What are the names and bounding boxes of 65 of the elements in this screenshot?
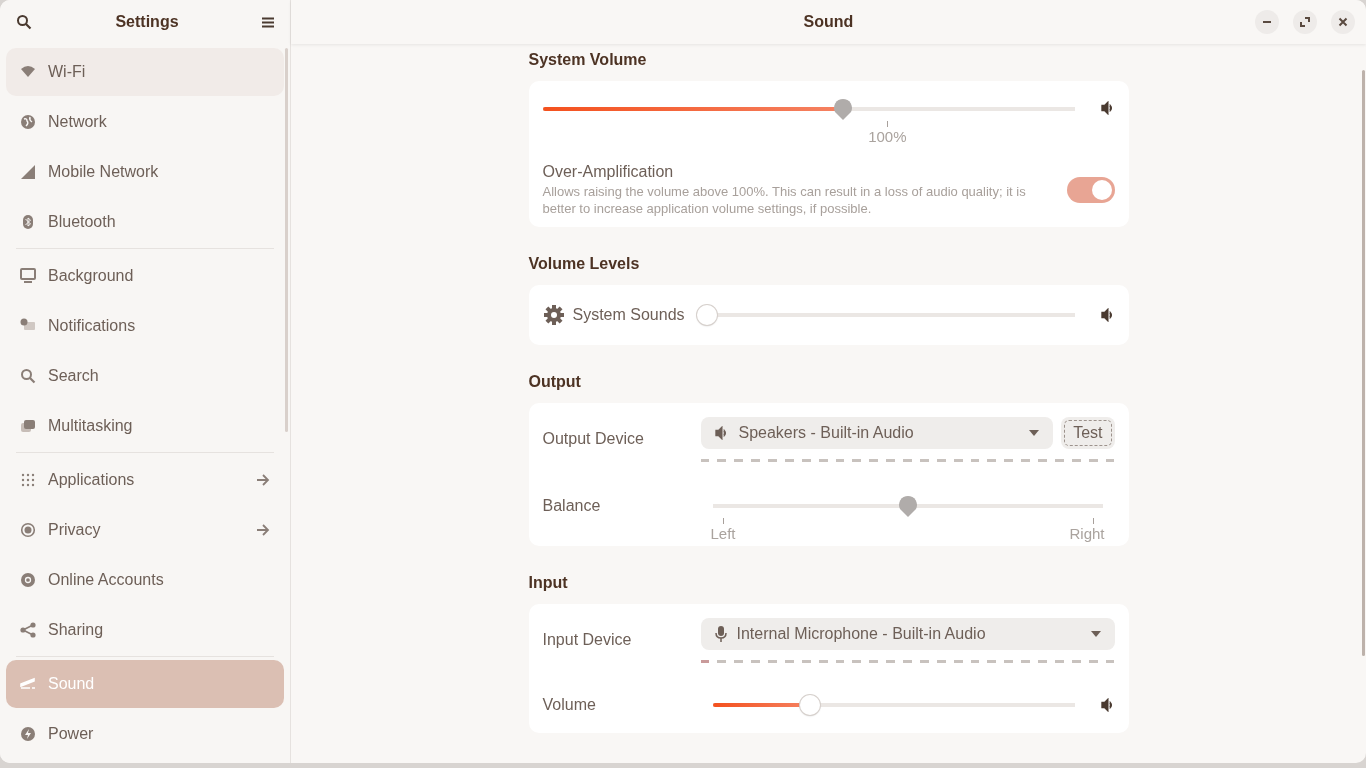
- gear-icon: [542, 304, 565, 326]
- row-label: System Sounds: [572, 306, 685, 324]
- setting-description: Allows raising the volume above 100%. This can result in a loss of audio quality; it is better to increase application volume settings, if possible.: [542, 183, 1027, 217]
- scale-label: 100%: [868, 128, 907, 145]
- row-label: Balance: [542, 497, 601, 515]
- sidebar-item[interactable]: Network: [6, 98, 284, 146]
- share-icon: [20, 622, 36, 638]
- maximize-button[interactable]: [1293, 10, 1317, 34]
- monitor-icon: [20, 268, 36, 284]
- slider-thumb[interactable]: [832, 97, 853, 121]
- sidebar-item[interactable]: Multitasking: [6, 402, 284, 450]
- row-label: Output Device: [542, 430, 644, 448]
- toggle-switch[interactable]: [1066, 177, 1115, 203]
- sidebar-item[interactable]: Sharing: [6, 606, 284, 654]
- sidebar-item[interactable]: Background: [6, 252, 284, 300]
- speaker-icon: [1100, 698, 1115, 712]
- minimize-button[interactable]: [1255, 10, 1279, 34]
- microphone-icon: [714, 626, 727, 642]
- speaker-icon: [1100, 308, 1115, 322]
- sidebar-item[interactable]: Online Accounts: [6, 556, 284, 604]
- sidebar-title: Settings: [115, 13, 179, 31]
- scale-label: Right: [1069, 525, 1105, 542]
- caret-icon: [1090, 631, 1101, 637]
- windows-icon: [20, 418, 36, 434]
- bluetooth-icon: [20, 214, 36, 230]
- slider-thumb[interactable]: [800, 695, 821, 715]
- slider-thumb[interactable]: [696, 305, 717, 325]
- test-button[interactable]: Test: [1061, 417, 1115, 449]
- caret-icon: [1029, 430, 1040, 436]
- power-icon: [20, 726, 36, 742]
- globe-icon: [20, 114, 36, 130]
- section-heading: Volume Levels: [528, 255, 641, 273]
- output-device-dropdown[interactable]: Speakers - Built-in Audio: [700, 417, 1054, 449]
- sidebar-item[interactable]: Power: [6, 710, 284, 758]
- sidebar-item[interactable]: Notifications: [6, 302, 284, 350]
- privacy-icon: [20, 522, 36, 538]
- close-icon: [1338, 17, 1348, 27]
- section-heading: Output: [528, 373, 582, 391]
- sidebar-item[interactable]: Wi-Fi: [6, 48, 284, 96]
- sidebar-item[interactable]: Applications: [6, 456, 284, 504]
- search-icon: [20, 368, 36, 384]
- window-title: Sound: [803, 13, 854, 31]
- sidebar-item[interactable]: Privacy: [6, 506, 284, 554]
- maximize-icon: [1300, 17, 1310, 27]
- close-button[interactable]: [1331, 10, 1355, 34]
- sidebar-item[interactable]: Bluetooth: [6, 198, 284, 246]
- signal-icon: [20, 164, 36, 180]
- scrollbar[interactable]: [285, 48, 288, 432]
- sound-icon: [20, 676, 36, 692]
- speaker-icon: [714, 426, 729, 440]
- scrollbar[interactable]: [1362, 70, 1365, 656]
- section-heading: System Volume: [528, 51, 648, 69]
- scale-label: Left: [710, 525, 736, 542]
- input-device-dropdown[interactable]: Internal Microphone - Built-in Audio: [700, 618, 1115, 650]
- slider-thumb[interactable]: [897, 494, 918, 518]
- row-label: Volume: [542, 696, 596, 714]
- row-label: Input Device: [542, 631, 632, 649]
- search-icon[interactable]: [16, 14, 32, 30]
- sidebar-item[interactable]: Mobile Network: [6, 148, 284, 196]
- sidebar-item[interactable]: Search: [6, 352, 284, 400]
- setting-title: Over-Amplification: [542, 163, 675, 181]
- speaker-icon: [1100, 101, 1115, 115]
- section-heading: Input: [528, 574, 569, 592]
- menu-icon[interactable]: [262, 16, 274, 28]
- grid-icon: [20, 472, 36, 488]
